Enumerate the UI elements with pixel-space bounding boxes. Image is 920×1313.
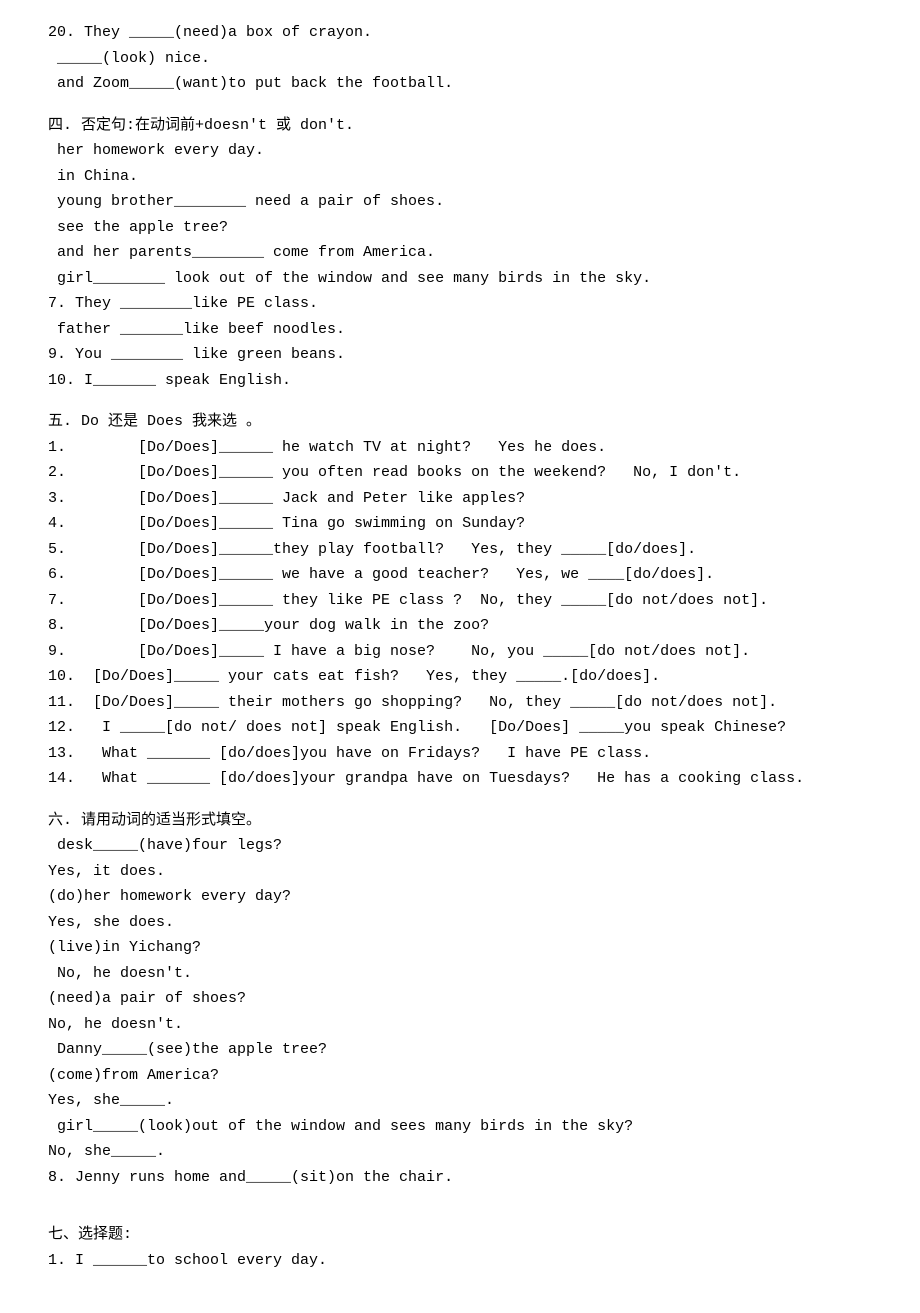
exercise-line: see the apple tree? <box>48 215 872 241</box>
exercise-line: 9. You ________ like green beans. <box>48 342 872 368</box>
exercise-line: father _______like beef noodles. <box>48 317 872 343</box>
exercise-line: young brother________ need a pair of sho… <box>48 189 872 215</box>
exercise-line: 1. [Do/Does]______ he watch TV at night?… <box>48 435 872 461</box>
exercise-line: (come)from America? <box>48 1063 872 1089</box>
exercise-line: and her parents________ come from Americ… <box>48 240 872 266</box>
exercise-line: Danny_____(see)the apple tree? <box>48 1037 872 1063</box>
exercise-line: (do)her homework every day? <box>48 884 872 910</box>
exercise-line: 20. They _____(need)a box of crayon. <box>48 20 872 46</box>
exercise-line: No, he doesn't. <box>48 1012 872 1038</box>
section-4-title: 四. 否定句:在动词前+doesn't 或 don't. <box>48 113 872 139</box>
exercise-line: girl________ look out of the window and … <box>48 266 872 292</box>
section-6-title: 六. 请用动词的适当形式填空。 <box>48 808 872 834</box>
exercise-line: No, she_____. <box>48 1139 872 1165</box>
exercise-line: 8. [Do/Does]_____your dog walk in the zo… <box>48 613 872 639</box>
exercise-line: 7. They ________like PE class. <box>48 291 872 317</box>
exercise-line: her homework every day. <box>48 138 872 164</box>
exercise-line: 3. [Do/Does]______ Jack and Peter like a… <box>48 486 872 512</box>
exercise-line: 14. What _______ [do/does]your grandpa h… <box>48 766 872 792</box>
exercise-line: 12. I _____[do not/ does not] speak Engl… <box>48 715 872 741</box>
exercise-line: 6. [Do/Does]______ we have a good teache… <box>48 562 872 588</box>
exercise-line: 2. [Do/Does]______ you often read books … <box>48 460 872 486</box>
exercise-line: (need)a pair of shoes? <box>48 986 872 1012</box>
exercise-line: (live)in Yichang? <box>48 935 872 961</box>
exercise-line: 7. [Do/Does]______ they like PE class ? … <box>48 588 872 614</box>
exercise-line: and Zoom_____(want)to put back the footb… <box>48 71 872 97</box>
exercise-line: Yes, she_____. <box>48 1088 872 1114</box>
section-5-title: 五. Do 还是 Does 我来选 。 <box>48 409 872 435</box>
exercise-line: 4. [Do/Does]______ Tina go swimming on S… <box>48 511 872 537</box>
exercise-line: _____(look) nice. <box>48 46 872 72</box>
exercise-line: 9. [Do/Does]_____ I have a big nose? No,… <box>48 639 872 665</box>
exercise-line: girl_____(look)out of the window and see… <box>48 1114 872 1140</box>
exercise-line: Yes, she does. <box>48 910 872 936</box>
exercise-line: 13. What _______ [do/does]you have on Fr… <box>48 741 872 767</box>
exercise-line: No, he doesn't. <box>48 961 872 987</box>
exercise-line: 11. [Do/Does]_____ their mothers go shop… <box>48 690 872 716</box>
exercise-line: desk_____(have)four legs? <box>48 833 872 859</box>
exercise-line: Yes, it does. <box>48 859 872 885</box>
exercise-line: 1. I ______to school every day. <box>48 1248 872 1274</box>
exercise-line: in China. <box>48 164 872 190</box>
section-7-title: 七、选择题: <box>48 1222 872 1248</box>
exercise-line: 8. Jenny runs home and_____(sit)on the c… <box>48 1165 872 1191</box>
exercise-line: 10. I_______ speak English. <box>48 368 872 394</box>
exercise-line: 5. [Do/Does]______they play football? Ye… <box>48 537 872 563</box>
exercise-line: 10. [Do/Does]_____ your cats eat fish? Y… <box>48 664 872 690</box>
